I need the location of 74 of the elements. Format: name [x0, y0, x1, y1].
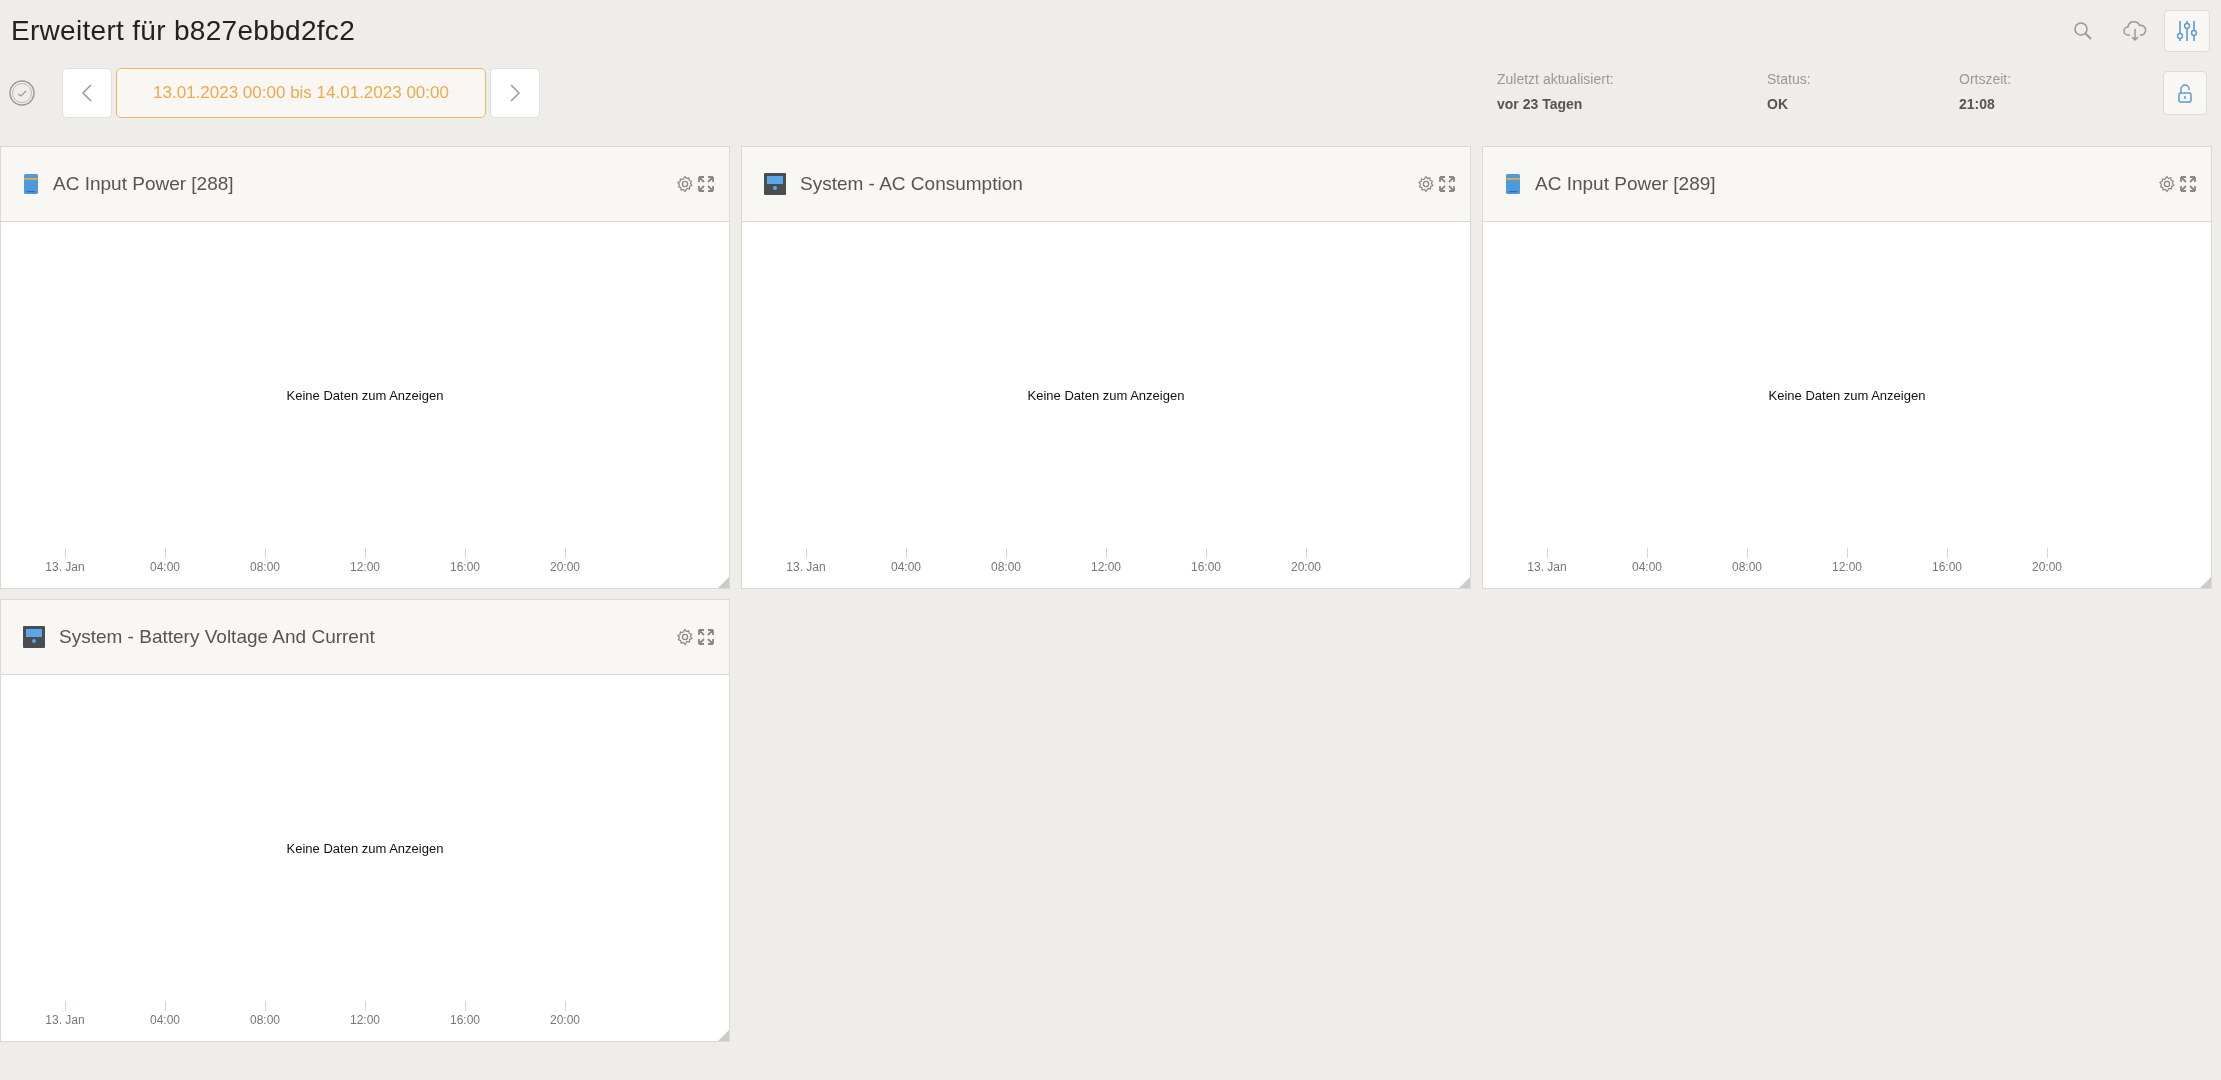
axis-tick-label: 13. Jan [786, 560, 826, 574]
no-data-message: Keine Daten zum Anzeigen [286, 840, 444, 856]
axis-tick-label: 20:00 [550, 560, 580, 574]
chevron-left-icon [81, 83, 93, 103]
axis-tick-label: 13. Jan [45, 560, 85, 574]
axis-tick-label: 13. Jan [45, 1013, 85, 1027]
panel-title: AC Input Power [288] [53, 173, 235, 195]
axis-tick-label: 04:00 [150, 1013, 180, 1027]
device-unit-icon [1505, 173, 1521, 195]
panel-title: System - Battery Voltage And Current [59, 626, 376, 648]
axis-tick-label: 16:00 [450, 1013, 480, 1027]
expand-icon [697, 175, 715, 193]
filters-button[interactable] [2164, 10, 2210, 52]
axis-tick-label: 16:00 [1932, 560, 1962, 574]
expand-button[interactable] [2179, 175, 2197, 193]
no-data-message: Keine Daten zum Anzeigen [286, 387, 444, 403]
next-button[interactable] [490, 68, 540, 118]
gear-button[interactable] [2158, 175, 2176, 193]
settings-icon [676, 628, 694, 646]
gear-button[interactable] [676, 628, 694, 646]
info-value: OK [1767, 95, 1789, 112]
expand-icon [2179, 175, 2197, 193]
gear-button[interactable] [676, 175, 694, 193]
previous-button[interactable] [62, 68, 112, 118]
search-icon [2073, 21, 2093, 41]
axis-tick-label: 16:00 [450, 560, 480, 574]
resize-handle[interactable] [718, 1030, 729, 1041]
date-range-button[interactable]: 13.01.2023 00:00 bis 14.01.2023 00:00 [116, 68, 486, 118]
sliders-icon [2176, 19, 2198, 43]
axis-tick-label: 08:00 [991, 560, 1021, 574]
monitor-device-icon [23, 626, 45, 648]
expand-icon [697, 628, 715, 646]
panel-title: System - AC Consumption [800, 173, 1024, 195]
clock-icon [9, 80, 35, 106]
monitor-device-icon [764, 173, 786, 195]
axis-tick-label: 12:00 [350, 560, 380, 574]
info-value: vor 23 Tagen [1497, 95, 1584, 112]
axis-tick-label: 16:00 [1191, 560, 1221, 574]
device-unit-icon [23, 173, 39, 195]
axis-tick-label: 12:00 [350, 1013, 380, 1027]
axis-tick-label: 08:00 [250, 560, 280, 574]
axis-tick-label: 20:00 [2032, 560, 2062, 574]
info-label: Ortszeit: [1959, 70, 2013, 87]
settings-icon [1417, 175, 1435, 193]
info-value: 21:08 [1959, 95, 1996, 112]
panel-title: AC Input Power [289] [1535, 173, 1717, 195]
expand-button[interactable] [1438, 175, 1456, 193]
axis-tick-label: 12:00 [1832, 560, 1862, 574]
no-data-message: Keine Daten zum Anzeigen [1027, 387, 1185, 403]
info-label: Zuletzt aktualisiert: [1497, 70, 1615, 87]
chevron-right-icon [509, 83, 521, 103]
axis-tick-label: 04:00 [150, 560, 180, 574]
info-label: Status: [1767, 70, 1812, 87]
axis-tick-label: 13. Jan [1527, 560, 1567, 574]
settings-icon [676, 175, 694, 193]
expand-button[interactable] [697, 175, 715, 193]
axis-tick-label: 08:00 [250, 1013, 280, 1027]
axis-tick-label: 20:00 [550, 1013, 580, 1027]
resize-handle[interactable] [2200, 577, 2211, 588]
expand-icon [1438, 175, 1456, 193]
gear-button[interactable] [1417, 175, 1435, 193]
resize-handle[interactable] [1459, 577, 1470, 588]
axis-tick-label: 20:00 [1291, 560, 1321, 574]
cloud-download-icon [2123, 20, 2147, 42]
settings-icon [2158, 175, 2176, 193]
axis-tick-label: 08:00 [1732, 560, 1762, 574]
page-title: Erweitert für b827ebbd2fc2 [11, 15, 356, 47]
axis-tick-label: 04:00 [891, 560, 921, 574]
axis-tick-label: 04:00 [1632, 560, 1662, 574]
axis-tick-label: 12:00 [1091, 560, 1121, 574]
lock-button[interactable] [2163, 71, 2207, 115]
resize-handle[interactable] [718, 577, 729, 588]
expand-button[interactable] [697, 628, 715, 646]
no-data-message: Keine Daten zum Anzeigen [1768, 387, 1926, 403]
